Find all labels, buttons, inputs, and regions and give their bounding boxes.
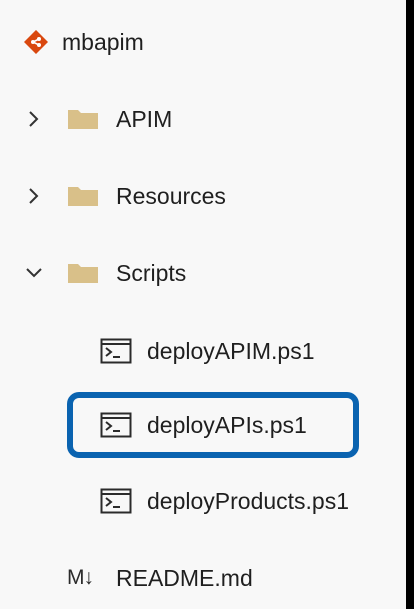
repo-name: mbapim (62, 28, 144, 55)
powershell-file-icon (100, 412, 132, 438)
chevron-right-icon[interactable] (24, 186, 44, 206)
markdown-icon: M↓ (67, 566, 94, 589)
tree-file-readme[interactable]: M↓ README.md (0, 558, 406, 598)
file-label: deployAPIs.ps1 (147, 411, 307, 438)
tree-folder-apim[interactable]: APIM (0, 99, 406, 139)
file-label: deployProducts.ps1 (147, 487, 350, 514)
folder-icon (68, 264, 98, 283)
tree-file-deployapis[interactable]: deployAPIs.ps1 (0, 405, 406, 445)
file-explorer-panel: mbapim APIM Resources Scripts deployAPIM… (0, 0, 406, 609)
powershell-file-icon (100, 488, 132, 514)
chevron-right-icon[interactable] (24, 109, 44, 129)
folder-icon (68, 110, 98, 129)
repo-header[interactable]: mbapim (0, 22, 406, 62)
chevron-down-icon[interactable] (24, 263, 44, 283)
tree-folder-scripts[interactable]: Scripts (0, 253, 406, 293)
folder-label: APIM (116, 105, 173, 132)
file-label: deployAPIM.ps1 (147, 337, 315, 364)
tree-file-deployapim[interactable]: deployAPIM.ps1 (0, 331, 406, 371)
folder-label: Resources (116, 182, 226, 209)
folder-label: Scripts (116, 259, 187, 286)
powershell-file-icon (100, 338, 132, 364)
tree-file-deployproducts[interactable]: deployProducts.ps1 (0, 481, 406, 521)
file-label: README.md (116, 564, 253, 591)
tree-folder-resources[interactable]: Resources (0, 176, 406, 216)
folder-icon (68, 187, 98, 206)
git-diamond-icon (24, 30, 48, 54)
